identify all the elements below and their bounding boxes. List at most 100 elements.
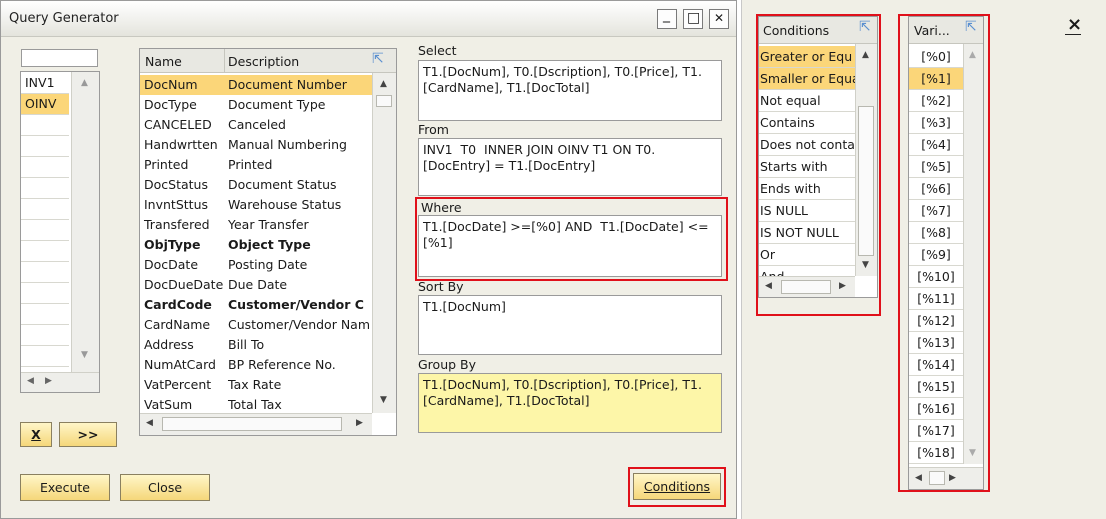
groupby-label: Group By	[418, 357, 477, 372]
fields-rows: DocNum Document Number DocType Document Typ…	[140, 75, 372, 415]
field-name: Address	[144, 337, 194, 352]
field-description: Bill To	[228, 337, 265, 352]
table-list-item[interactable]	[21, 283, 69, 304]
fields-vscroll-thumb[interactable]	[376, 95, 392, 107]
expand-icon[interactable]: ⇱	[372, 51, 384, 67]
tables-hscroll[interactable]: ◀ ▶	[21, 372, 99, 392]
field-description: Year Transfer	[228, 217, 309, 232]
field-description: Printed	[228, 157, 273, 172]
field-description: Warehouse Status	[228, 197, 342, 212]
tables-list: INV1 OINV ▲ ▼ ◀ ▶	[20, 71, 100, 393]
field-row[interactable]: NumAtCard BP Reference No.	[140, 355, 372, 375]
field-name: DocStatus	[144, 177, 208, 192]
field-name: InvntSttus	[144, 197, 209, 212]
field-description: Document Number	[228, 77, 347, 92]
from-textbox[interactable]: INV1 T0 INNER JOIN OINV T1 ON T0.[DocEnt…	[418, 138, 722, 196]
field-row[interactable]: VatSum Total Tax	[140, 395, 372, 415]
field-description: Due Date	[228, 277, 288, 292]
conditions-highlight-box	[756, 14, 881, 316]
table-search-input[interactable]	[21, 49, 98, 67]
field-name: VatPercent	[144, 377, 212, 392]
maximize-button[interactable]: □	[683, 9, 703, 29]
select-label: Select	[418, 43, 457, 58]
field-row[interactable]: Transfered Year Transfer	[140, 215, 372, 235]
scroll-right-icon: ▶	[45, 376, 52, 386]
field-row[interactable]: VatPercent Tax Rate	[140, 375, 372, 395]
column-header-name[interactable]: Name	[145, 54, 182, 69]
close-window-button[interactable]: ✕	[709, 9, 729, 29]
table-list-item[interactable]: OINV	[21, 94, 69, 115]
field-row[interactable]: Handwrtten Manual Numbering	[140, 135, 372, 155]
remove-table-button[interactable]: X	[20, 422, 52, 447]
minimize-icon: _	[663, 7, 670, 23]
field-row[interactable]: DocStatus Document Status	[140, 175, 372, 195]
field-name: CANCELED	[144, 117, 212, 132]
field-row[interactable]: CardName Customer/Vendor Nam	[140, 315, 372, 335]
field-name: CardName	[144, 317, 211, 332]
close-icon: ×	[1067, 14, 1083, 35]
sortby-label: Sort By	[418, 279, 464, 294]
field-description: Customer/Vendor C	[228, 297, 364, 312]
fields-grid: Name Description ⇱ DocNum Document Number…	[139, 48, 397, 436]
field-name: DocDueDate	[144, 277, 224, 292]
table-list-item[interactable]	[21, 325, 69, 346]
table-list-item[interactable]	[21, 199, 69, 220]
column-header-description[interactable]: Description	[228, 54, 299, 69]
tables-vscroll[interactable]: ▲ ▼	[71, 72, 99, 372]
field-row[interactable]: CardCode Customer/Vendor C	[140, 295, 372, 315]
close-icon: ✕	[714, 11, 725, 25]
field-name: Printed	[144, 157, 189, 172]
scroll-down-icon: ▼	[380, 395, 387, 405]
select-textbox[interactable]: T1.[DocNum], T0.[Dscription], T0.[Price]…	[418, 60, 722, 121]
minimize-button[interactable]: _	[657, 7, 677, 29]
field-description: Customer/Vendor Nam	[228, 317, 371, 332]
table-list-item[interactable]	[21, 178, 69, 199]
field-name: NumAtCard	[144, 357, 216, 372]
field-row[interactable]: InvntSttus Warehouse Status	[140, 195, 372, 215]
variables-highlight-box	[898, 14, 990, 492]
fields-hscroll[interactable]: ◀ ▶	[140, 413, 372, 435]
table-list-item[interactable]	[21, 220, 69, 241]
table-list-item[interactable]	[21, 241, 69, 262]
scroll-left-icon: ◀	[146, 418, 153, 428]
table-list-item[interactable]	[21, 136, 69, 157]
field-description: Posting Date	[228, 257, 308, 272]
field-row[interactable]: Address Bill To	[140, 335, 372, 355]
scroll-right-icon: ▶	[356, 418, 363, 428]
field-name: DocNum	[144, 77, 198, 92]
scroll-up-icon: ▲	[81, 78, 88, 88]
popup-close-button[interactable]: ×	[1065, 14, 1082, 35]
field-row[interactable]: DocType Document Type	[140, 95, 372, 115]
field-description: Document Type	[228, 97, 326, 112]
scroll-left-icon: ◀	[27, 376, 34, 386]
conditions-highlight-box	[628, 467, 726, 507]
title-bar[interactable]: Query Generator _ □ ✕	[1, 1, 736, 37]
field-row[interactable]: DocNum Document Number	[140, 75, 372, 95]
fields-vscroll[interactable]: ▲ ▼	[372, 73, 396, 413]
field-row[interactable]: DocDueDate Due Date	[140, 275, 372, 295]
sortby-textbox[interactable]: T1.[DocNum]	[418, 295, 722, 355]
field-description: Canceled	[228, 117, 286, 132]
table-list-item[interactable]	[21, 262, 69, 283]
field-row[interactable]: CANCELED Canceled	[140, 115, 372, 135]
execute-button[interactable]: Execute	[20, 474, 110, 501]
field-description: Manual Numbering	[228, 137, 347, 152]
table-list-item[interactable]	[21, 346, 69, 367]
field-row[interactable]: Printed Printed	[140, 155, 372, 175]
fields-hscroll-thumb[interactable]	[162, 417, 342, 431]
close-button[interactable]: Close	[120, 474, 210, 501]
where-highlight-box	[415, 197, 728, 281]
scroll-up-icon: ▲	[380, 79, 387, 89]
table-list-item[interactable]	[21, 157, 69, 178]
table-list-item[interactable]: INV1	[21, 73, 69, 94]
table-list-item[interactable]	[21, 115, 69, 136]
field-description: Total Tax	[228, 397, 282, 412]
from-label: From	[418, 122, 449, 137]
field-row[interactable]: DocDate Posting Date	[140, 255, 372, 275]
table-list-item[interactable]	[21, 304, 69, 325]
add-table-button[interactable]: >>	[59, 422, 117, 447]
tables-rows: INV1 OINV	[21, 73, 69, 367]
field-row[interactable]: ObjType Object Type	[140, 235, 372, 255]
groupby-textbox[interactable]: T1.[DocNum], T0.[Dscription], T0.[Price]…	[418, 373, 722, 433]
field-name: ObjType	[144, 237, 201, 252]
